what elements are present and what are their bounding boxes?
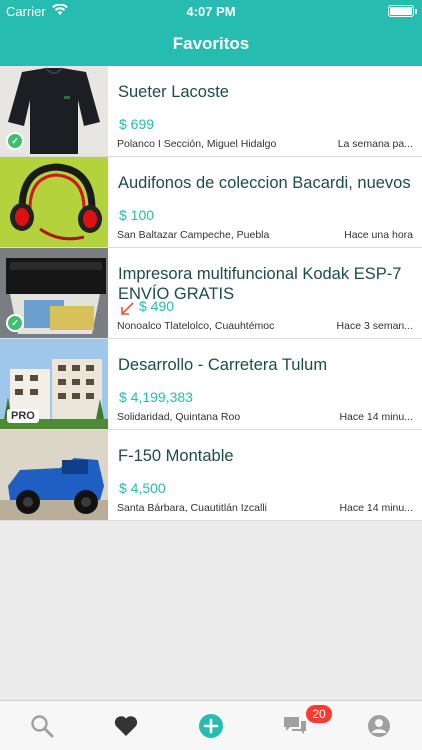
list-item[interactable]: Audifonos de coleccion Bacardi, nuevos $… xyxy=(0,157,422,248)
battery-icon xyxy=(388,5,417,17)
item-title: Sueter Lacoste xyxy=(118,83,229,101)
item-location: Nonoalco Tlatelolco, Cuauhtémoc xyxy=(117,320,275,332)
tab-favorites[interactable] xyxy=(113,713,139,739)
item-image xyxy=(0,157,108,247)
certified-badge-icon: ✓ xyxy=(6,314,24,332)
item-time: La semana pa... xyxy=(337,138,413,150)
add-icon xyxy=(199,714,223,738)
list-item[interactable]: PRO Desarrollo - Carretera Tulum $ 4,199… xyxy=(0,339,422,430)
item-title: Desarrollo - Carretera Tulum xyxy=(118,356,328,374)
item-image: ✓ xyxy=(0,66,108,156)
heart-icon xyxy=(114,716,138,736)
item-price: $ 4,500 xyxy=(119,480,166,496)
list-item[interactable]: ✓ Sueter Lacoste $ 699 Polanco I Sección… xyxy=(0,66,422,157)
tab-bar: 20 xyxy=(0,700,422,750)
item-price: $ 699 xyxy=(119,116,155,132)
tab-add[interactable] xyxy=(198,713,224,739)
item-image xyxy=(0,430,108,520)
certified-badge-icon: ✓ xyxy=(6,132,24,150)
pro-badge: PRO xyxy=(7,409,39,423)
header: Carrier 4:07 PM Favoritos xyxy=(0,0,422,66)
item-title: F-150 Montable xyxy=(118,447,234,465)
item-location: Solidaridad, Quintana Roo xyxy=(117,411,241,423)
search-icon xyxy=(31,715,54,738)
item-time: Hace 3 seman... xyxy=(336,320,413,332)
tab-profile[interactable] xyxy=(366,713,392,739)
favorites-list: ✓ Sueter Lacoste $ 699 Polanco I Sección… xyxy=(0,66,422,521)
list-item[interactable]: F-150 Montable $ 4,500 Santa Bárbara, Cu… xyxy=(0,430,422,521)
item-price: $ 100 xyxy=(119,207,155,223)
item-location: Santa Bárbara, Cuautitlán Izcalli xyxy=(117,502,267,514)
tab-search[interactable] xyxy=(29,713,55,739)
toy-truck-image xyxy=(0,430,108,520)
tab-messages[interactable] xyxy=(282,713,308,739)
item-image: ✓ xyxy=(0,248,108,338)
headphones-image xyxy=(0,157,108,247)
page-title: Favoritos xyxy=(172,34,250,53)
list-item[interactable]: ✓ Impresora multifuncional Kodak ESP-7 E… xyxy=(0,248,422,339)
item-time: Hace una hora xyxy=(344,229,413,241)
item-price: $ 4,199,383 xyxy=(119,389,193,405)
price-drop-icon xyxy=(121,302,134,315)
status-bar: Carrier 4:07 PM xyxy=(0,0,422,22)
item-location: San Baltazar Campeche, Puebla xyxy=(117,229,270,241)
item-price: $ 490 xyxy=(139,298,175,314)
item-time: Hace 14 minu... xyxy=(339,411,413,423)
item-time: Hace 14 minu... xyxy=(339,502,413,514)
item-image: PRO xyxy=(0,339,108,429)
chat-icon xyxy=(284,717,306,734)
item-location: Polanco I Sección, Miguel Hidalgo xyxy=(117,138,277,150)
profile-icon xyxy=(368,715,390,737)
item-title: Audifonos de coleccion Bacardi, nuevos xyxy=(118,174,411,192)
unread-count-badge: 20 xyxy=(306,705,332,723)
status-time: 4:07 PM xyxy=(186,4,236,19)
battery-level xyxy=(390,7,412,15)
